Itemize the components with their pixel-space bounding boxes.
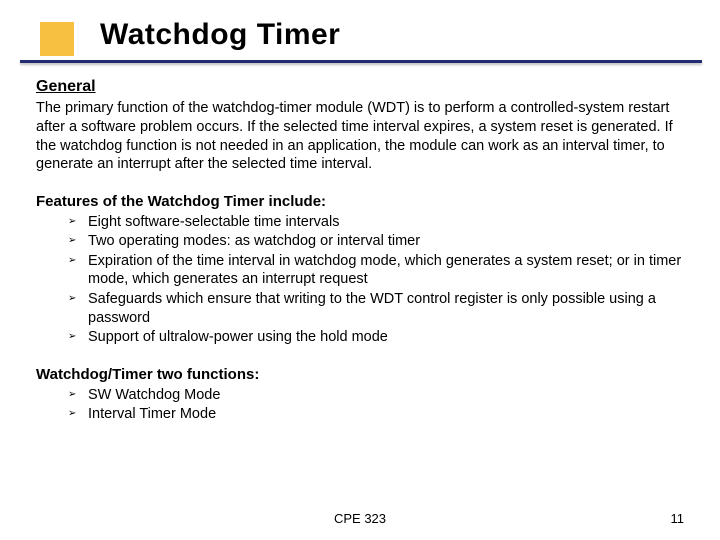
slide-title: Watchdog Timer xyxy=(100,18,720,52)
function-item: Interval Timer Mode xyxy=(88,405,684,424)
feature-item: Safeguards which ensure that writing to … xyxy=(88,290,684,327)
feature-item: Expiration of the time interval in watch… xyxy=(88,252,684,289)
footer: CPE 323 11 xyxy=(0,511,720,526)
feature-item: Support of ultralow-power using the hold… xyxy=(88,328,684,347)
accent-square xyxy=(40,22,74,56)
features-list: Eight software-selectable time intervals… xyxy=(36,213,684,347)
function-item: SW Watchdog Mode xyxy=(88,386,684,405)
feature-item: Eight software-selectable time intervals xyxy=(88,213,684,232)
section-heading-general: General xyxy=(36,77,684,97)
content-area: General The primary function of the watc… xyxy=(0,63,720,424)
functions-heading: Watchdog/Timer two functions: xyxy=(36,365,684,384)
footer-course: CPE 323 xyxy=(334,511,386,526)
footer-page-number: 11 xyxy=(671,511,685,526)
features-heading: Features of the Watchdog Timer include: xyxy=(36,192,684,211)
functions-list: SW Watchdog Mode Interval Timer Mode xyxy=(36,386,684,424)
title-rule xyxy=(20,60,702,63)
feature-item: Two operating modes: as watchdog or inte… xyxy=(88,232,684,251)
intro-paragraph: The primary function of the watchdog-tim… xyxy=(36,99,684,173)
title-block: Watchdog Timer xyxy=(0,0,720,63)
